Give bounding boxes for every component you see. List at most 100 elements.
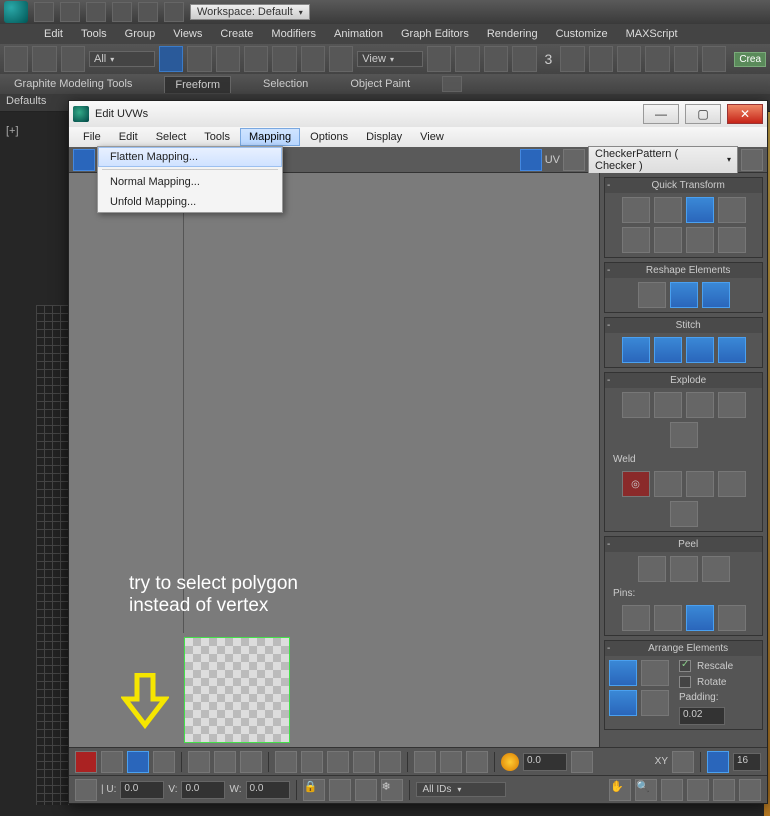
dmenu-options[interactable]: Options — [302, 129, 356, 145]
element-mode-button[interactable] — [153, 751, 175, 773]
ribbon-options-icon[interactable] — [442, 76, 462, 92]
tool-button[interactable] — [244, 46, 268, 72]
dmenu-mapping[interactable]: Mapping — [240, 128, 300, 146]
weld-button[interactable] — [654, 471, 682, 497]
tool-button[interactable] — [427, 46, 451, 72]
maximize-button[interactable]: ▢ — [685, 104, 721, 124]
snap-button[interactable] — [674, 46, 698, 72]
align-button[interactable] — [301, 751, 323, 773]
tool-icon[interactable] — [329, 779, 351, 801]
vertex-mode-button[interactable] — [75, 751, 97, 773]
dialog-titlebar[interactable]: Edit UVWs — ▢ ✕ — [69, 101, 767, 127]
tool-button[interactable] — [32, 46, 56, 72]
rotate-checkbox[interactable]: Rotate — [679, 676, 733, 688]
uv-space-button[interactable] — [520, 149, 542, 171]
menu-tools[interactable]: Tools — [81, 28, 107, 40]
stitch-button[interactable] — [686, 337, 714, 363]
menu-group[interactable]: Group — [125, 28, 156, 40]
grid-button[interactable] — [707, 751, 729, 773]
reshape-button[interactable] — [702, 282, 730, 308]
qat-button[interactable] — [86, 2, 106, 22]
qat-button[interactable] — [112, 2, 132, 22]
pack-button[interactable] — [641, 660, 669, 686]
edge-mode-button[interactable] — [101, 751, 123, 773]
tool-button[interactable] — [272, 46, 296, 72]
qat-button[interactable] — [164, 2, 184, 22]
snap-button[interactable] — [617, 46, 641, 72]
menuitem-normal-mapping[interactable]: Normal Mapping... — [98, 172, 282, 192]
peel-button[interactable] — [638, 556, 666, 582]
polygon-mode-button[interactable] — [127, 751, 149, 773]
stitch-button[interactable] — [718, 337, 746, 363]
filter-dropdown[interactable]: All — [89, 51, 155, 67]
u-value[interactable]: 0.0 — [120, 781, 164, 799]
uv-canvas[interactable]: try to select polygon instead of vertex — [69, 173, 599, 747]
tool-button[interactable] — [61, 46, 85, 72]
viewport-toggle[interactable]: [+] — [6, 125, 19, 137]
peel-button[interactable] — [670, 556, 698, 582]
snap-icon[interactable] — [713, 779, 735, 801]
create-button[interactable]: Crea — [734, 52, 766, 67]
padding-spinner[interactable]: 0.02 — [679, 707, 725, 725]
menuitem-unfold-mapping[interactable]: Unfold Mapping... — [98, 192, 282, 212]
qt-button[interactable] — [686, 227, 714, 253]
dmenu-edit[interactable]: Edit — [111, 129, 146, 145]
qt-button[interactable] — [718, 227, 746, 253]
explode-button[interactable] — [670, 422, 698, 448]
menu-animation[interactable]: Animation — [334, 28, 383, 40]
selmod-button[interactable] — [214, 751, 236, 773]
qt-button[interactable] — [622, 197, 650, 223]
qat-button[interactable] — [60, 2, 80, 22]
brush-button[interactable] — [466, 751, 488, 773]
align-button[interactable] — [327, 751, 349, 773]
w-value[interactable]: 0.0 — [246, 781, 290, 799]
pack-button[interactable] — [609, 660, 637, 686]
lock-icon[interactable]: 🔒 — [303, 779, 325, 801]
tool-button[interactable] — [455, 46, 479, 72]
pack-button[interactable] — [641, 690, 669, 716]
align-button[interactable] — [353, 751, 375, 773]
qt-button[interactable] — [686, 197, 714, 223]
tool-button[interactable] — [512, 46, 536, 72]
pin-button[interactable] — [654, 605, 682, 631]
menu-edit[interactable]: Edit — [44, 28, 63, 40]
tab-objectpaint[interactable]: Object Paint — [340, 76, 420, 92]
snap-icon[interactable] — [687, 779, 709, 801]
zoom-region-icon[interactable] — [661, 779, 683, 801]
reshape-button[interactable] — [670, 282, 698, 308]
tool-button[interactable] — [216, 46, 240, 72]
snowflake-icon[interactable]: ❄ — [381, 779, 403, 801]
uv-island[interactable] — [184, 637, 290, 743]
grid-value[interactable]: 16 — [733, 753, 761, 771]
explode-button[interactable] — [686, 392, 714, 418]
snap-button[interactable] — [589, 46, 613, 72]
dmenu-tools[interactable]: Tools — [196, 129, 238, 145]
brush-button[interactable] — [414, 751, 436, 773]
coords-button[interactable] — [672, 751, 694, 773]
tool-button[interactable] — [4, 46, 28, 72]
dmenu-display[interactable]: Display — [358, 129, 410, 145]
dmenu-select[interactable]: Select — [148, 129, 195, 145]
menu-views[interactable]: Views — [173, 28, 202, 40]
tool-button[interactable] — [484, 46, 508, 72]
selmod-button[interactable] — [188, 751, 210, 773]
selmod-button[interactable] — [240, 751, 262, 773]
snap-button[interactable] — [560, 46, 584, 72]
minimize-button[interactable]: — — [643, 104, 679, 124]
align-button[interactable] — [275, 751, 297, 773]
explode-button[interactable] — [654, 392, 682, 418]
matid-dropdown[interactable]: All IDs — [416, 782, 506, 797]
weld-button[interactable] — [718, 471, 746, 497]
tool-icon[interactable] — [355, 779, 377, 801]
reshape-button[interactable] — [638, 282, 666, 308]
texture-options-button[interactable] — [741, 149, 763, 171]
tab-selection[interactable]: Selection — [253, 76, 318, 92]
weld-target-icon[interactable]: ◎ — [622, 471, 650, 497]
tool-button[interactable] — [301, 46, 325, 72]
pin-button[interactable] — [686, 605, 714, 631]
tool-button[interactable] — [329, 46, 353, 72]
toolbar-button[interactable] — [73, 149, 95, 171]
workspace-dropdown[interactable]: Workspace: Default — [190, 4, 310, 20]
menu-grapheditors[interactable]: Graph Editors — [401, 28, 469, 40]
align-button[interactable] — [379, 751, 401, 773]
